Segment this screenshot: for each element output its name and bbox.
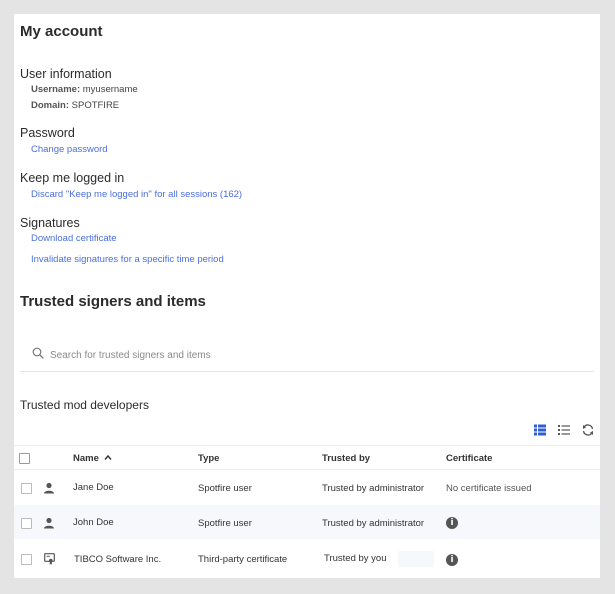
domain-label: Domain: (31, 100, 69, 111)
download-certificate-link[interactable]: Download certificate (31, 233, 117, 244)
username-line: Username: myusername (31, 84, 138, 95)
page-title: My account (20, 23, 103, 40)
change-password-link[interactable]: Change password (31, 144, 108, 155)
row-trusted-by: Trusted by administrator (322, 483, 425, 494)
my-account-panel: My account User information Username: my… (14, 14, 600, 578)
table-header: Name Type Trusted by Certificate (14, 445, 600, 470)
certificate-icon (44, 553, 55, 565)
row-checkbox[interactable] (21, 483, 32, 494)
row-certificate: No certificate issued (446, 483, 532, 494)
row-checkbox[interactable] (21, 554, 32, 565)
column-header-name[interactable]: Name (73, 453, 112, 464)
keep-logged-in-title: Keep me logged in (20, 171, 125, 185)
select-all-checkbox[interactable] (19, 453, 30, 464)
row-name: TIBCO Software Inc. (74, 554, 162, 565)
column-header-trusted-by[interactable]: Trusted by (322, 453, 370, 464)
username-label: Username: (31, 84, 81, 95)
column-header-certificate[interactable]: Certificate (446, 453, 492, 464)
user-icon (44, 517, 54, 529)
row-name: John Doe (73, 517, 114, 528)
grid-view-icon[interactable] (533, 423, 547, 437)
certificate-info-icon[interactable]: i (446, 517, 458, 529)
row-trusted-by: Trusted by you (324, 553, 387, 564)
row-type: Third-party certificate (198, 554, 288, 565)
invalidate-signatures-link[interactable]: Invalidate signatures for a specific tim… (31, 254, 224, 265)
table-row[interactable]: Jane Doe Spotfire user Trusted by admini… (14, 471, 600, 505)
row-name: Jane Doe (73, 482, 114, 493)
signatures-title: Signatures (20, 216, 80, 230)
user-information-title: User information (20, 67, 112, 81)
trusted-signers-title: Trusted signers and items (20, 293, 206, 310)
column-header-type[interactable]: Type (198, 453, 219, 464)
certificate-info-icon[interactable]: i (446, 554, 458, 566)
trusted-mod-developers-title: Trusted mod developers (20, 398, 149, 412)
search-icon (32, 347, 44, 359)
trusted-search-bar (20, 342, 594, 372)
sort-ascending-icon (103, 454, 112, 460)
domain-line: Domain: SPOTFIRE (31, 100, 119, 111)
row-type: Spotfire user (198, 518, 252, 529)
column-header-name-label: Name (73, 453, 99, 464)
list-view-icon[interactable] (557, 423, 571, 437)
trusted-search-input[interactable] (48, 344, 552, 366)
username-value: myusername (82, 84, 138, 95)
row-type: Spotfire user (198, 483, 252, 494)
refresh-icon[interactable] (581, 423, 595, 437)
discard-keep-logged-in-link[interactable]: Discard "Keep me logged in" for all sess… (31, 189, 242, 200)
row-trusted-by: Trusted by administrator (322, 518, 425, 529)
password-title: Password (20, 126, 75, 140)
domain-value: SPOTFIRE (71, 100, 120, 111)
trusted-by-dropdown-area[interactable] (398, 551, 434, 567)
table-row[interactable]: John Doe Spotfire user Trusted by admini… (14, 505, 600, 539)
row-checkbox[interactable] (21, 518, 32, 529)
table-row[interactable]: TIBCO Software Inc. Third-party certific… (14, 541, 600, 575)
user-icon (44, 482, 54, 494)
